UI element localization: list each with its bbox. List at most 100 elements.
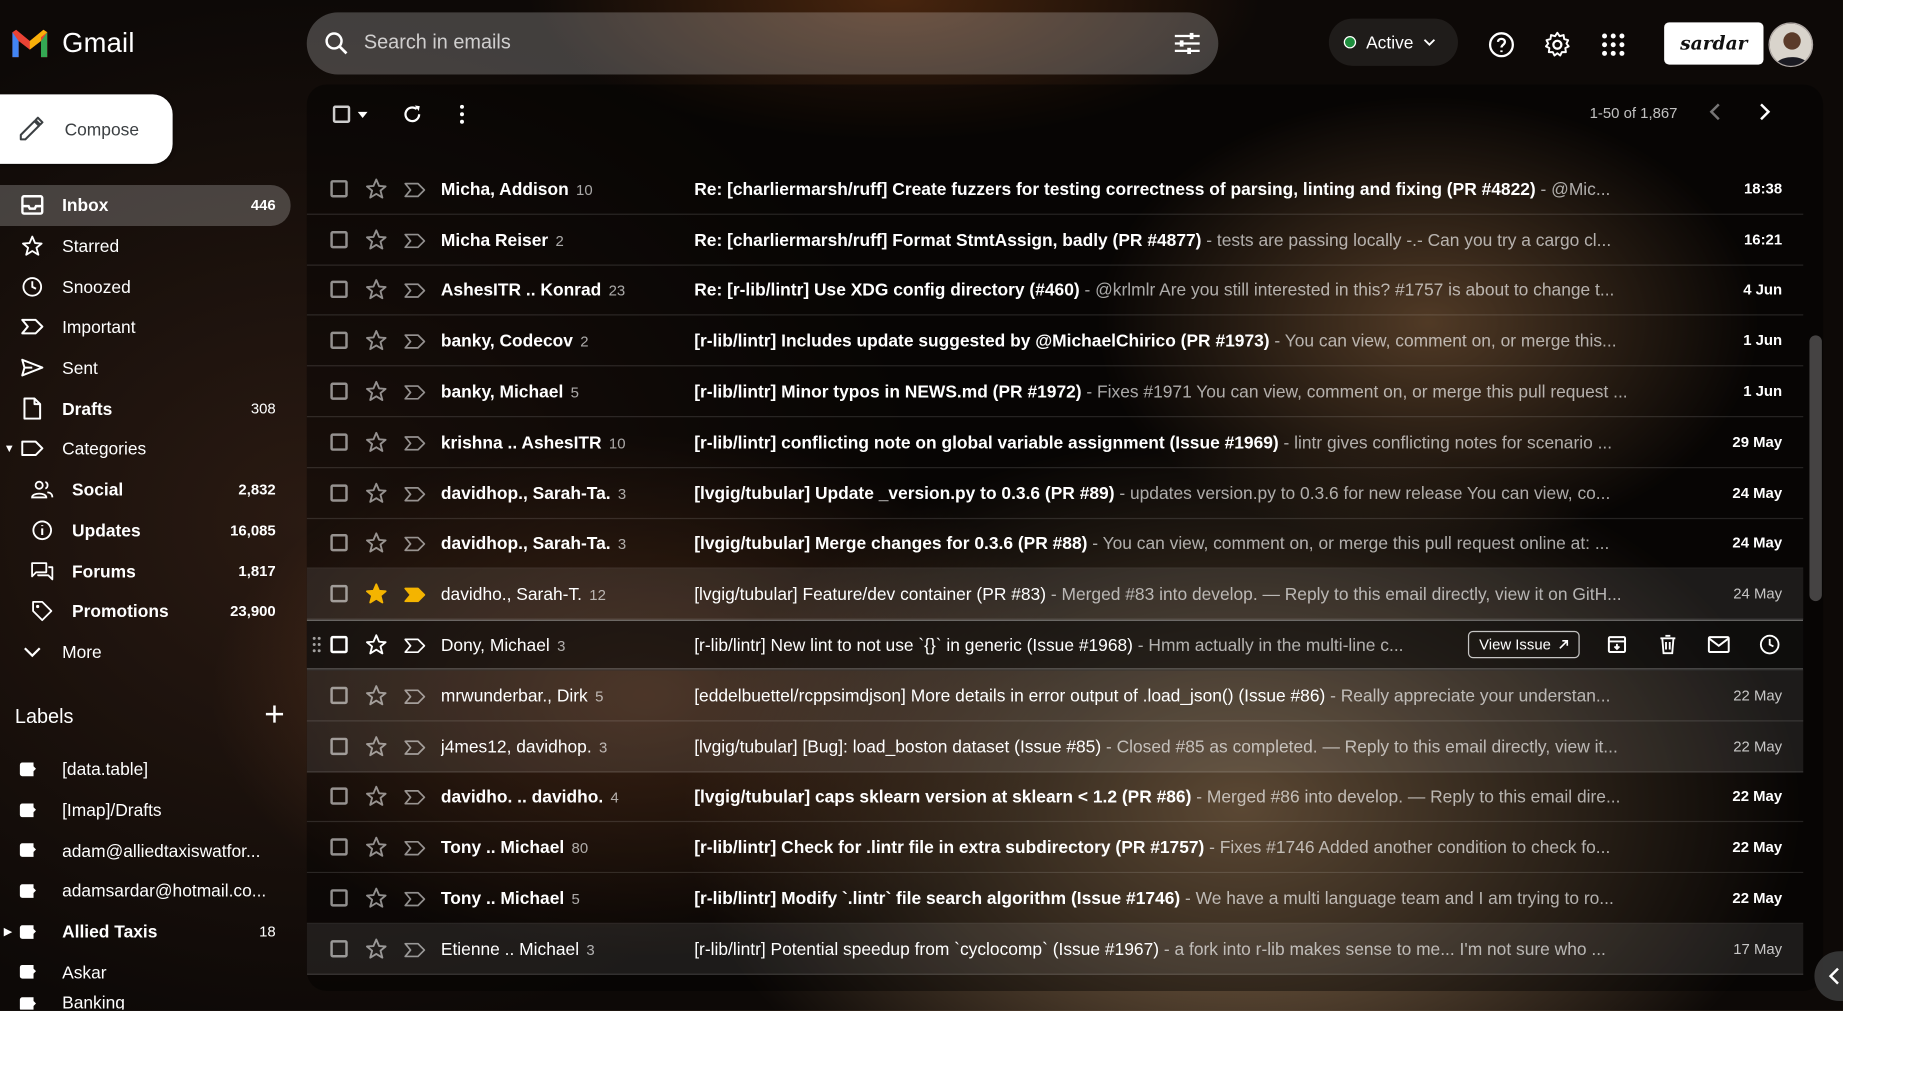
row-checkbox[interactable] — [330, 889, 348, 907]
archive-icon[interactable] — [1605, 632, 1630, 657]
search-icon[interactable] — [324, 31, 349, 56]
label-item[interactable]: adamsardar@hotmail.co... — [0, 871, 291, 912]
label-item[interactable]: ▶ Allied Taxis 18 — [0, 911, 291, 952]
sidebar-item-inbox[interactable]: Inbox 446 — [0, 185, 291, 226]
email-row[interactable]: mrwunderbar., Dirk 5 [eddelbuettel/rcppsi… — [306, 670, 1804, 722]
sidebar-item-important[interactable]: Important — [0, 307, 291, 348]
star-icon[interactable] — [365, 279, 387, 301]
email-row[interactable]: Dony, Michael 3 [r-lib/lintr] New lint to… — [306, 619, 1804, 671]
important-marker-icon[interactable] — [404, 181, 426, 198]
help-icon[interactable] — [1487, 30, 1517, 60]
previous-page-icon[interactable] — [1708, 102, 1723, 128]
star-icon[interactable] — [365, 228, 387, 250]
email-row[interactable]: banky, Michael 5 [r-lib/lintr] Minor typo… — [306, 367, 1804, 418]
row-checkbox[interactable] — [330, 838, 348, 856]
account-brand-logo[interactable]: sardar — [1664, 22, 1764, 65]
important-marker-icon[interactable] — [404, 435, 426, 451]
important-marker-icon[interactable] — [404, 485, 426, 502]
label-item[interactable]: adam@alliedtaxiswatfor... — [0, 830, 291, 871]
search-input[interactable] — [363, 32, 1174, 55]
next-page-icon[interactable] — [1757, 102, 1772, 128]
email-row[interactable]: banky, Codecov 2 [r-lib/lintr] Includes u… — [306, 316, 1804, 367]
email-row[interactable]: davidho., Sarah-T. 12 [lvgig/tubular] Fea… — [306, 569, 1804, 620]
star-icon[interactable] — [365, 785, 387, 807]
snooze-icon[interactable] — [1757, 632, 1782, 657]
view-issue-chip[interactable]: View Issue — [1467, 630, 1580, 659]
row-checkbox[interactable] — [330, 281, 348, 299]
sidebar-item-starred[interactable]: Starred — [0, 226, 291, 267]
important-marker-icon[interactable] — [404, 283, 426, 299]
select-all-checkbox[interactable] — [329, 97, 354, 132]
row-checkbox[interactable] — [330, 737, 348, 755]
drag-handle-icon[interactable] — [312, 636, 322, 653]
important-marker-icon[interactable] — [404, 941, 426, 958]
sidebar-item-promotions[interactable]: Promotions 23,900 — [0, 591, 291, 632]
email-row[interactable]: Tony .. Michael 5 [r-lib/lintr] Modify `.… — [306, 873, 1804, 924]
important-marker-icon[interactable] — [404, 789, 426, 806]
mark-unread-icon[interactable] — [1706, 632, 1731, 657]
email-row[interactable]: Micha, Addison 10 Re: [charliermarsh/ruff… — [306, 164, 1804, 215]
star-icon[interactable] — [365, 481, 387, 503]
avatar[interactable] — [1768, 22, 1814, 68]
sidebar-item-more[interactable]: More — [0, 632, 291, 673]
important-marker-icon[interactable] — [404, 587, 426, 603]
refresh-icon[interactable] — [396, 97, 428, 132]
label-item[interactable]: [data.table] — [0, 749, 291, 790]
row-checkbox[interactable] — [330, 433, 348, 451]
star-icon[interactable] — [365, 684, 387, 706]
caret-right-icon[interactable]: ▶ — [4, 925, 13, 939]
sidebar-item-sent[interactable]: Sent — [0, 347, 291, 388]
important-marker-icon[interactable] — [404, 637, 426, 654]
star-icon[interactable] — [365, 329, 387, 351]
email-row[interactable]: davidhop., Sarah-Ta. 3 [lvgig/tubular] Up… — [306, 468, 1804, 519]
star-icon[interactable] — [365, 633, 387, 655]
label-item[interactable]: Banking — [0, 992, 291, 1010]
search-options-icon[interactable] — [1174, 31, 1201, 56]
label-item[interactable]: Askar — [0, 952, 291, 993]
select-dropdown-icon[interactable] — [354, 97, 371, 132]
apps-grid-icon[interactable] — [1598, 30, 1628, 60]
label-item[interactable]: [Imap]/Drafts — [0, 789, 291, 830]
row-checkbox[interactable] — [330, 179, 348, 198]
email-row[interactable]: AshesITR .. Konrad 23 Re: [r-lib/lintr] U… — [306, 265, 1804, 316]
important-marker-icon[interactable] — [404, 536, 426, 552]
row-checkbox[interactable] — [330, 230, 348, 248]
important-marker-icon[interactable] — [404, 840, 426, 856]
star-icon[interactable] — [365, 532, 387, 554]
sidebar-item-drafts[interactable]: Drafts 308 — [0, 388, 291, 429]
email-row[interactable]: Etienne .. Michael 3 [r-lib/lintr] Potent… — [306, 923, 1804, 975]
row-checkbox[interactable] — [330, 635, 348, 654]
important-marker-icon[interactable] — [404, 891, 426, 907]
delete-icon[interactable] — [1655, 632, 1680, 657]
star-icon[interactable] — [365, 431, 387, 453]
row-checkbox[interactable] — [330, 483, 348, 502]
row-checkbox[interactable] — [330, 382, 348, 400]
row-checkbox[interactable] — [330, 686, 348, 704]
add-label-button[interactable] — [265, 705, 284, 729]
gmail-logo[interactable]: Gmail — [10, 27, 135, 59]
row-checkbox[interactable] — [330, 585, 348, 603]
important-marker-icon[interactable] — [404, 739, 426, 755]
important-marker-icon[interactable] — [404, 232, 426, 248]
sidebar-item-snoozed[interactable]: Snoozed — [0, 266, 291, 307]
star-icon[interactable] — [365, 836, 387, 858]
row-checkbox[interactable] — [330, 534, 348, 552]
important-marker-icon[interactable] — [404, 384, 426, 400]
row-checkbox[interactable] — [330, 939, 348, 958]
settings-gear-icon[interactable] — [1542, 30, 1572, 60]
row-checkbox[interactable] — [330, 787, 348, 806]
star-icon[interactable] — [365, 583, 387, 605]
sidebar-item-updates[interactable]: Updates 16,085 — [0, 510, 291, 551]
sidebar-item-categories[interactable]: ▼ Categories — [0, 429, 291, 470]
star-icon[interactable] — [365, 735, 387, 757]
sidebar-item-forums[interactable]: Forums 1,817 — [0, 550, 291, 591]
email-row[interactable]: davidho. .. davidho. 4 [lvgig/tubular] ca… — [306, 772, 1804, 823]
email-row[interactable]: davidhop., Sarah-Ta. 3 [lvgig/tubular] Me… — [306, 519, 1804, 570]
email-row[interactable]: j4mes12, davidhop. 3 [lvgig/tubular] [Bug… — [306, 721, 1804, 772]
star-icon[interactable] — [365, 177, 387, 199]
row-checkbox[interactable] — [330, 331, 348, 350]
important-marker-icon[interactable] — [404, 688, 426, 704]
email-row[interactable]: Tony .. Michael 80 [r-lib/lintr] Check fo… — [306, 823, 1804, 874]
star-icon[interactable] — [365, 887, 387, 909]
star-icon[interactable] — [365, 937, 387, 959]
